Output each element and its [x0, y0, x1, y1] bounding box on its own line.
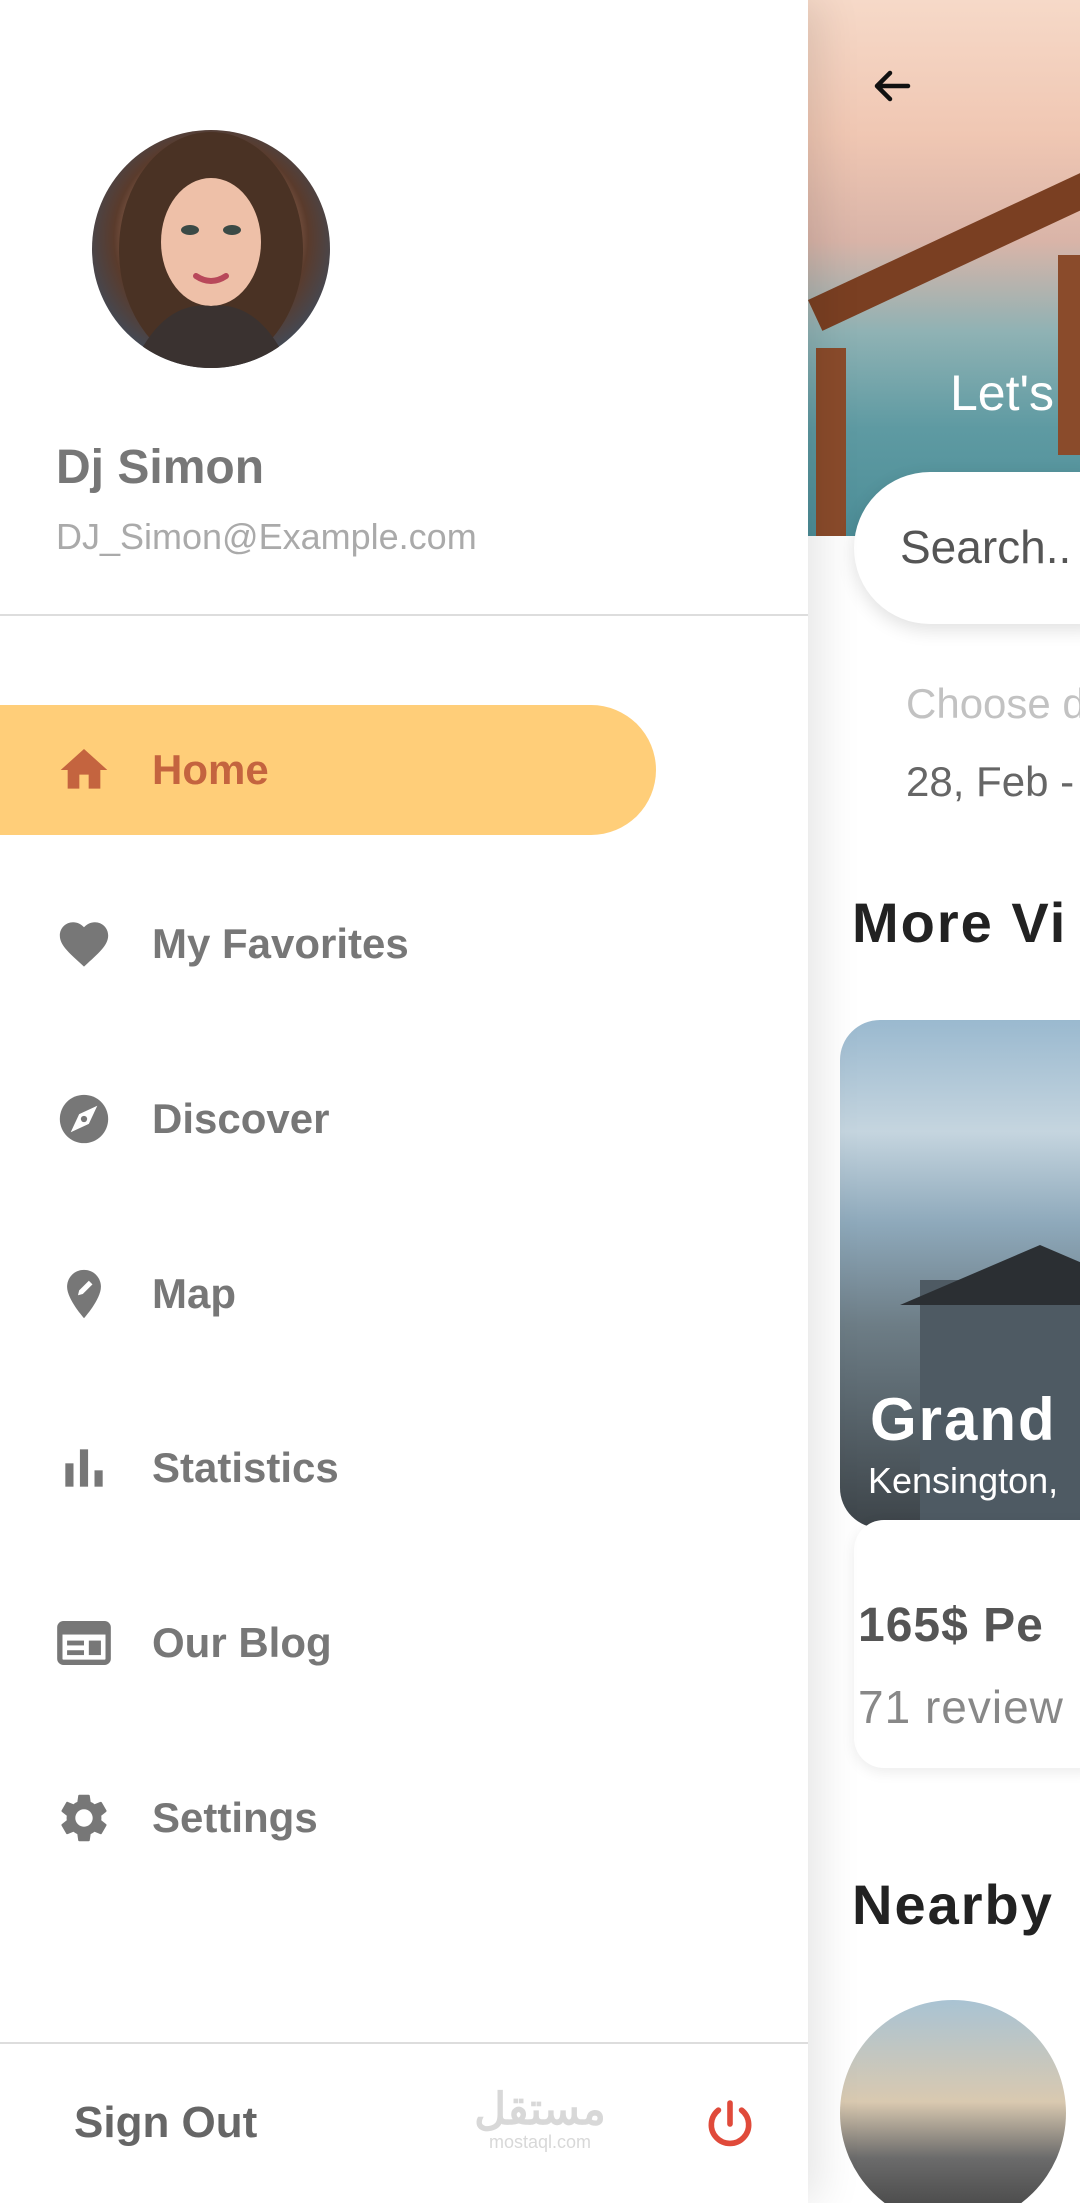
hotel-card-location: Kensington, [868, 1460, 1059, 1501]
user-name: Dj Simon [56, 441, 265, 494]
bar-chart-icon [54, 1438, 114, 1498]
hotel-card-title: Grand [870, 1386, 1057, 1453]
nav-item-settings[interactable]: Settings [0, 1753, 656, 1883]
nav-label-discover: Discover [152, 1095, 330, 1142]
hotel-roof [900, 1245, 1080, 1305]
nav-item-favorites[interactable]: My Favorites [0, 879, 656, 1009]
avatar-portrait [119, 132, 303, 368]
gear-icon [54, 1788, 114, 1848]
heart-icon [54, 914, 114, 974]
hotel-reviews: 71 review [858, 1681, 1064, 1733]
watermark-arabic: مستقل [474, 2085, 606, 2134]
nearby-heading: Nearby [852, 1873, 1054, 1936]
hero-image: Let's [808, 0, 1080, 536]
hero-railing-post [1058, 255, 1080, 455]
nav-item-statistics[interactable]: Statistics [0, 1403, 656, 1533]
nav-item-blog[interactable]: Our Blog [0, 1578, 656, 1708]
user-email: DJ_Simon@Example.com [56, 516, 477, 557]
map-pin-icon [54, 1264, 114, 1324]
nav-label-blog: Our Blog [152, 1619, 332, 1666]
nav-label-statistics: Statistics [152, 1444, 339, 1491]
avatar[interactable] [92, 130, 330, 368]
navigation-drawer: Dj Simon DJ_Simon@Example.com Home My Fa… [0, 0, 808, 2203]
hotel-card-image: Grand Kensington, [840, 1020, 1080, 1528]
home-icon [54, 740, 114, 800]
back-arrow-icon[interactable] [868, 62, 916, 110]
hero-railing-post [816, 348, 846, 536]
choose-date-label: Choose d [906, 680, 1080, 727]
nav-item-discover[interactable]: Discover [0, 1054, 656, 1184]
hero-heading: Let's [950, 365, 1055, 421]
mostaql-watermark-logo: مستقل mostaql.com [472, 2085, 608, 2153]
watermark-latin: mostaql.com [488, 2132, 592, 2152]
drawer-divider [0, 614, 808, 616]
search-input[interactable]: Search.. [900, 520, 1071, 574]
hotel-price: 165$ Pe [858, 1599, 1044, 1652]
hero-railing [808, 147, 1080, 331]
nav-label-settings: Settings [152, 1794, 318, 1841]
nav-label-map: Map [152, 1270, 236, 1317]
blog-icon [54, 1613, 114, 1673]
footer-divider [0, 2042, 808, 2044]
date-range-value[interactable]: 28, Feb - [906, 758, 1074, 806]
nav-label-favorites: My Favorites [152, 920, 409, 967]
main-page: Let's Search.. Choose d 28, Feb - More V… [808, 0, 1080, 2203]
sign-out-button[interactable]: Sign Out [74, 2098, 257, 2148]
nav-item-home[interactable]: Home [0, 705, 656, 835]
nav-label-home: Home [152, 746, 269, 793]
compass-icon [54, 1089, 114, 1149]
power-icon[interactable] [702, 2096, 758, 2152]
more-visited-heading: More Vi [852, 891, 1068, 954]
nav-item-map[interactable]: Map [0, 1229, 656, 1359]
nearby-hotel-thumbnail[interactable] [840, 2000, 1066, 2203]
